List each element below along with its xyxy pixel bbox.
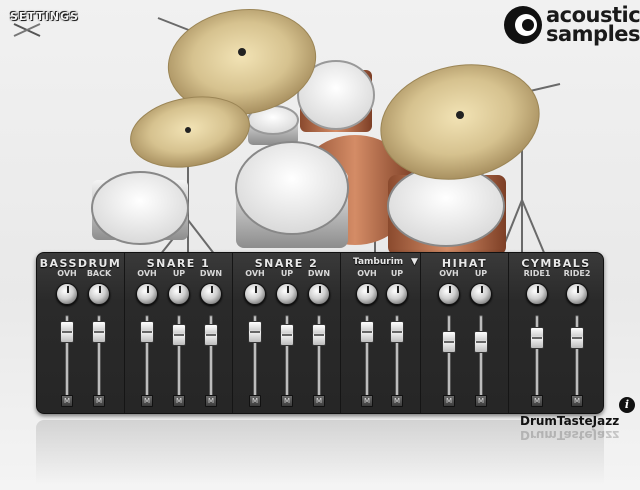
mute-button[interactable]: M xyxy=(93,395,105,407)
channel-label: RIDE2 xyxy=(563,269,591,278)
acoustic-samples-logo: acoustic samples xyxy=(502,4,640,48)
logo-mark-icon xyxy=(504,6,542,44)
volume-fader[interactable] xyxy=(360,321,374,344)
channel-strip: DWN M xyxy=(305,269,333,413)
channel-strip: DWN M xyxy=(197,269,225,413)
group-bassdrum: Bassdrum OVH M BACK M xyxy=(37,253,125,413)
volume-fader[interactable] xyxy=(530,327,544,350)
logo-text-line2: samples xyxy=(546,22,640,46)
triangle-down-icon: ▼ xyxy=(411,257,418,267)
pan-knob[interactable] xyxy=(136,283,158,305)
channel-strip: OVH M xyxy=(353,269,381,413)
volume-fader[interactable] xyxy=(140,321,154,344)
channel-label: DWN xyxy=(199,269,223,278)
pan-knob[interactable] xyxy=(88,283,110,305)
channel-strip: OVH M xyxy=(435,269,463,413)
channel-label: OVH xyxy=(245,269,265,278)
mute-button[interactable]: M xyxy=(205,395,217,407)
volume-fader[interactable] xyxy=(390,321,404,344)
volume-fader[interactable] xyxy=(248,321,262,344)
volume-fader[interactable] xyxy=(570,327,584,350)
channel-label: OVH xyxy=(439,269,459,278)
dropdown-value: Tamburim xyxy=(353,257,404,267)
volume-fader[interactable] xyxy=(474,330,488,353)
percussion-dropdown[interactable]: Tamburim ▼ xyxy=(341,257,420,267)
pan-knob[interactable] xyxy=(386,283,408,305)
channel-label: OVH xyxy=(137,269,157,278)
channel-label: OVH xyxy=(57,269,77,278)
mute-button[interactable]: M xyxy=(361,395,373,407)
mute-button[interactable]: M xyxy=(475,395,487,407)
channel-label: UP xyxy=(280,269,294,278)
mute-button[interactable]: M xyxy=(281,395,293,407)
group-cymbals: Cymbals RIDE1 M RIDE2 M xyxy=(509,253,603,413)
pan-knob[interactable] xyxy=(526,283,548,305)
channel-strip: UP M xyxy=(383,269,411,413)
mute-button[interactable]: M xyxy=(313,395,325,407)
group-tamburim: Tamburim ▼ OVH M UP M xyxy=(341,253,421,413)
pan-knob[interactable] xyxy=(244,283,266,305)
pan-knob[interactable] xyxy=(470,283,492,305)
pan-knob[interactable] xyxy=(308,283,330,305)
info-icon[interactable]: i xyxy=(619,397,635,413)
volume-fader[interactable] xyxy=(280,324,294,347)
channel-strip: UP M xyxy=(165,269,193,413)
fader-track xyxy=(447,315,451,403)
volume-fader[interactable] xyxy=(204,324,218,347)
group-snare-1: Snare 1 OVH M UP M DWN M xyxy=(125,253,233,413)
channel-strip: BACK M xyxy=(85,269,113,413)
channel-label: RIDE1 xyxy=(523,269,551,278)
channel-strip: UP M xyxy=(467,269,495,413)
mute-button[interactable]: M xyxy=(531,395,543,407)
pan-knob[interactable] xyxy=(168,283,190,305)
mute-button[interactable]: M xyxy=(61,395,73,407)
mixer-panel: Bassdrum OVH M BACK M Snare 1 OVH xyxy=(36,252,604,414)
group-snare-2: Snare 2 OVH M UP M DWN M xyxy=(233,253,341,413)
mute-button[interactable]: M xyxy=(443,395,455,407)
wrench-icon xyxy=(13,23,41,37)
volume-fader[interactable] xyxy=(442,330,456,353)
fader-track xyxy=(479,315,483,403)
channel-label: UP xyxy=(172,269,186,278)
product-name-reflection: DrumTasteJazz xyxy=(520,428,620,442)
pan-knob[interactable] xyxy=(200,283,222,305)
channel-strip: RIDE1 M xyxy=(523,269,551,413)
volume-fader[interactable] xyxy=(92,321,106,344)
pan-knob[interactable] xyxy=(566,283,588,305)
group-hihat: Hihat OVH M UP M xyxy=(421,253,509,413)
channel-label: UP xyxy=(390,269,404,278)
pan-knob[interactable] xyxy=(56,283,78,305)
pan-knob[interactable] xyxy=(356,283,378,305)
channel-strip: OVH M xyxy=(241,269,269,413)
channel-strip: OVH M xyxy=(53,269,81,413)
channel-strip: OVH M xyxy=(133,269,161,413)
mute-button[interactable]: M xyxy=(249,395,261,407)
volume-fader[interactable] xyxy=(312,324,326,347)
channel-label: BACK xyxy=(86,269,112,278)
pan-knob[interactable] xyxy=(438,283,460,305)
pan-knob[interactable] xyxy=(276,283,298,305)
mute-button[interactable]: M xyxy=(141,395,153,407)
mute-button[interactable]: M xyxy=(391,395,403,407)
mute-button[interactable]: M xyxy=(173,395,185,407)
drum-plugin-window: SETTINGS acoustic samples Bassdrum OVH M xyxy=(0,0,640,490)
channel-strip: UP M xyxy=(273,269,301,413)
product-name: DrumTasteJazz xyxy=(520,414,620,428)
channel-label: UP xyxy=(474,269,488,278)
channel-label: DWN xyxy=(307,269,331,278)
channel-strip: RIDE2 M xyxy=(563,269,591,413)
mute-button[interactable]: M xyxy=(571,395,583,407)
settings-button[interactable]: SETTINGS xyxy=(8,6,88,40)
volume-fader[interactable] xyxy=(172,324,186,347)
volume-fader[interactable] xyxy=(60,321,74,344)
mixer-reflection xyxy=(36,420,604,484)
